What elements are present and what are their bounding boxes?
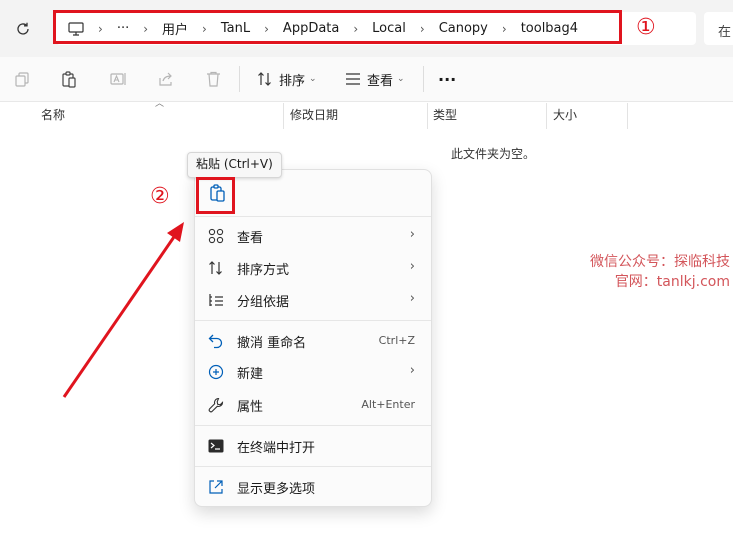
- toolbar-divider: [239, 66, 240, 92]
- undo-icon: [207, 333, 225, 349]
- chevron-down-icon: ⌄: [309, 74, 317, 84]
- command-bar: 排序 ⌄ 查看 ⌄ ···: [0, 57, 733, 102]
- share-icon[interactable]: [158, 68, 174, 90]
- menu-item-label: 属性: [237, 400, 264, 415]
- wrench-icon: [207, 397, 225, 413]
- menu-item-label: 分组依据: [237, 295, 290, 310]
- terminal-icon: [207, 438, 225, 454]
- show-more-icon: [207, 479, 225, 495]
- annotation-marker-2: ②: [150, 184, 170, 209]
- sort-icon: [207, 260, 225, 276]
- chevron-right-icon: ›: [409, 227, 415, 242]
- column-divider[interactable]: [546, 103, 547, 129]
- chevron-right-icon: ›: [409, 291, 415, 306]
- menu-item-label: 显示更多选项: [237, 482, 316, 497]
- more-options-button[interactable]: ···: [438, 68, 456, 90]
- group-icon: [207, 292, 225, 308]
- chevron-down-icon: ⌄: [397, 74, 405, 84]
- menu-divider: [195, 425, 431, 426]
- watermark: 微信公众号：探临科技 官网：tanlkj.com: [590, 252, 730, 292]
- column-divider[interactable]: [283, 103, 284, 129]
- menu-item-group-by[interactable]: 分组依据 ›: [195, 285, 431, 315]
- column-divider[interactable]: [627, 103, 628, 129]
- column-header-size[interactable]: 大小: [553, 101, 577, 129]
- menu-item-undo-rename[interactable]: 撤消 重命名 Ctrl+Z: [195, 326, 431, 356]
- copy-icon[interactable]: [14, 68, 30, 90]
- menu-item-label: 撤消 重命名: [237, 336, 307, 351]
- menu-item-properties[interactable]: 属性 Alt+Enter: [195, 390, 431, 420]
- search-input[interactable]: 在: [704, 12, 733, 45]
- menu-item-view[interactable]: 查看 ›: [195, 221, 431, 251]
- view-label: 查看: [367, 73, 394, 89]
- menu-item-label: 新建: [237, 367, 264, 382]
- refresh-icon[interactable]: [14, 20, 32, 38]
- chevron-right-icon: ›: [409, 259, 415, 274]
- context-menu: 查看 › 排序方式 › 分组依据 › 撤消 重命名 Ctrl+Z 新建 › 属性: [194, 169, 432, 507]
- menu-item-shortcut: Alt+Enter: [361, 398, 415, 411]
- menu-divider: [195, 216, 431, 217]
- view-list-icon: [346, 73, 360, 85]
- sort-label: 排序: [279, 73, 306, 89]
- paste-tooltip: 粘贴 (Ctrl+V): [187, 152, 282, 178]
- menu-item-shortcut: Ctrl+Z: [378, 334, 415, 347]
- annotation-box-paste: [196, 177, 235, 214]
- view-button[interactable]: 查看 ⌄: [345, 68, 405, 90]
- delete-icon[interactable]: [206, 68, 221, 90]
- menu-item-label: 排序方式: [237, 263, 290, 278]
- search-placeholder: 在: [718, 25, 732, 40]
- column-header-type[interactable]: 类型: [433, 101, 457, 129]
- paste-toolbar-icon[interactable]: [61, 68, 77, 90]
- column-header-modified[interactable]: 修改日期: [290, 101, 338, 129]
- toolbar-divider: [423, 66, 424, 92]
- column-header-name[interactable]: 名称: [41, 101, 65, 129]
- chevron-right-icon: ›: [409, 363, 415, 378]
- menu-item-new[interactable]: 新建 ›: [195, 357, 431, 387]
- sort-button[interactable]: 排序 ⌄: [257, 68, 317, 90]
- new-icon: [207, 364, 225, 380]
- menu-item-label: 查看: [237, 231, 264, 246]
- grid-icon: [207, 228, 225, 244]
- empty-folder-message: 此文件夹为空。: [451, 147, 536, 161]
- menu-item-open-in-terminal[interactable]: 在终端中打开: [195, 431, 431, 461]
- menu-item-show-more-options[interactable]: 显示更多选项: [195, 472, 431, 502]
- menu-item-sort-by[interactable]: 排序方式 ›: [195, 253, 431, 283]
- annotation-box-address: [53, 10, 622, 44]
- rename-icon[interactable]: [110, 68, 127, 90]
- column-headers: 名称 修改日期 类型 大小: [0, 101, 733, 129]
- watermark-line-1: 微信公众号：探临科技: [590, 254, 730, 270]
- menu-divider: [195, 320, 431, 321]
- sort-icon: [258, 72, 271, 86]
- menu-item-label: 在终端中打开: [237, 441, 316, 456]
- annotation-marker-1: ①: [636, 15, 656, 40]
- menu-divider: [195, 466, 431, 467]
- watermark-line-2: 官网：tanlkj.com: [614, 274, 730, 290]
- column-divider[interactable]: [427, 103, 428, 129]
